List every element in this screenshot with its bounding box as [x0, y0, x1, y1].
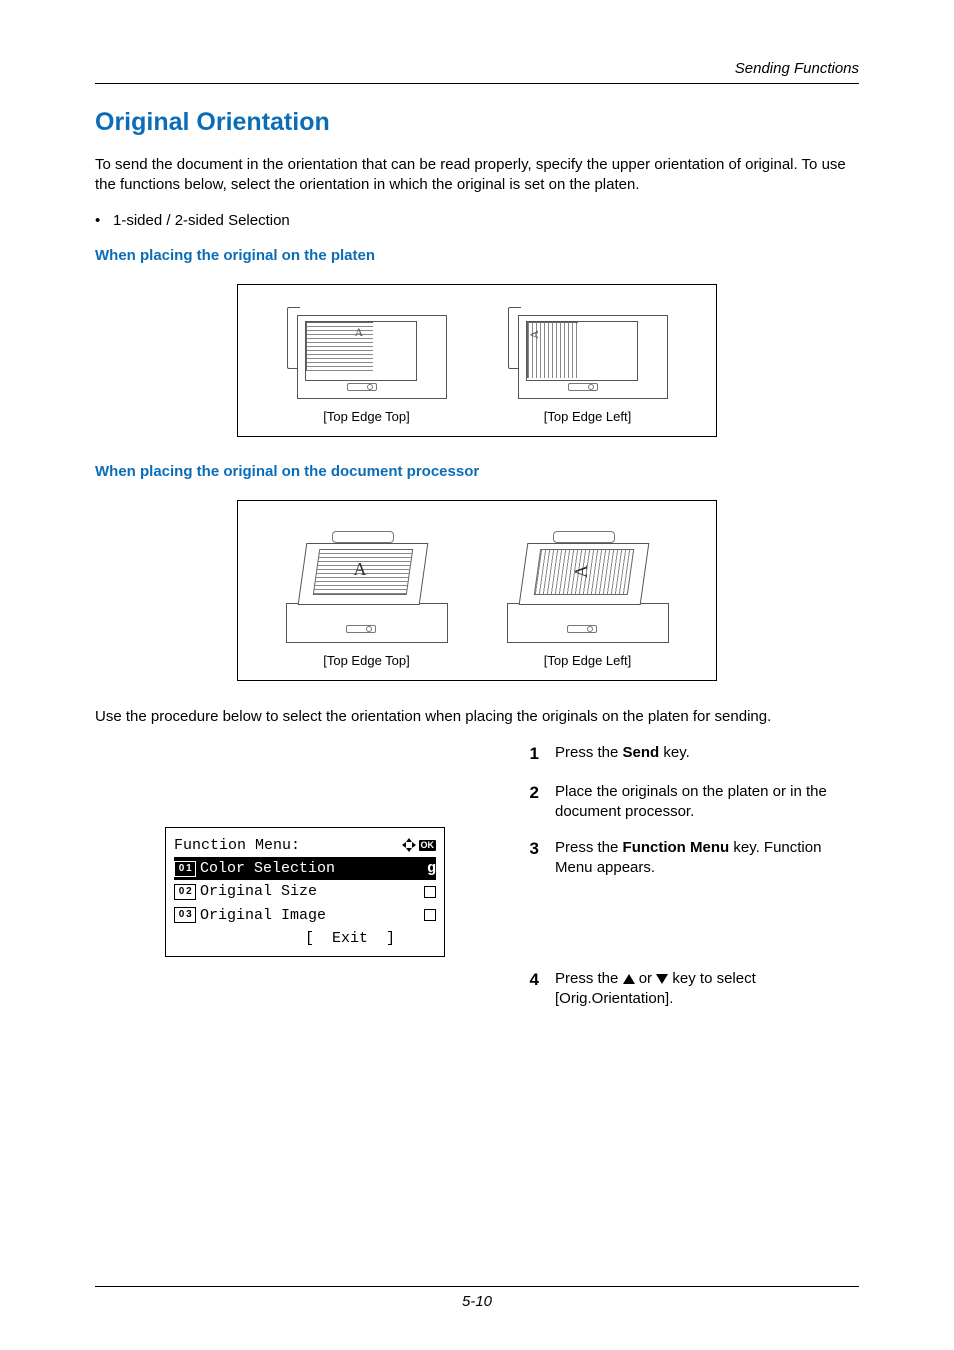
- row-number-icon: 0 3: [174, 907, 196, 923]
- adf-diagram-top: A: [282, 523, 452, 643]
- checkbox-icon: [424, 886, 436, 898]
- top-rule: [95, 83, 859, 84]
- step-number: 3: [525, 838, 539, 879]
- figure-adf: A [Top Edge Top] A [Top Edge Left]: [237, 500, 717, 681]
- platen-diagram-left: A: [508, 307, 668, 399]
- step-text: Press the Function Menu key. Function Me…: [555, 838, 859, 879]
- caption-top-edge-left: [Top Edge Left]: [544, 653, 631, 668]
- step-text: Place the originals on the platen or in …: [555, 782, 859, 823]
- step-number: 2: [525, 782, 539, 823]
- footer-rule: [95, 1286, 859, 1287]
- control-panel-icon: [568, 383, 598, 391]
- bullet-text: 1-sided / 2-sided Selection: [113, 212, 290, 229]
- platen-left-edge-col: A [Top Edge Left]: [508, 307, 668, 424]
- platen-top-edge-col: A [Top Edge Top]: [287, 307, 447, 424]
- bullet-item: •1-sided / 2-sided Selection: [95, 212, 859, 229]
- caption-top-edge-left: [Top Edge Left]: [544, 409, 631, 424]
- step-4: 4 Press the or key to select [Orig.Orien…: [525, 969, 859, 1010]
- step-3: 3 Press the Function Menu key. Function …: [525, 838, 859, 879]
- adf-diagram-left: A: [503, 523, 673, 643]
- lcd-row-selected: 0 1Color Selection g: [174, 857, 436, 880]
- control-panel-icon: [346, 625, 376, 633]
- lcd-row1-text: Color Selection: [200, 857, 335, 880]
- orientation-letter-icon: A: [354, 559, 367, 580]
- bullet-dot-icon: •: [95, 212, 113, 229]
- lcd-exit-text: [ Exit ]: [305, 927, 395, 950]
- subheading-adf: When placing the original on the documen…: [95, 463, 859, 480]
- step-number: 1: [525, 743, 539, 766]
- orientation-letter-icon: A: [355, 325, 364, 340]
- adf-left-edge-col: A [Top Edge Left]: [503, 523, 673, 668]
- row-number-icon: 0 2: [174, 884, 196, 900]
- subheading-platen: When placing the original on the platen: [95, 247, 859, 264]
- caption-top-edge-top: [Top Edge Top]: [323, 409, 410, 424]
- lcd-exit-row: [ Exit ]: [174, 927, 436, 950]
- step-2: 2 Place the originals on the platen or i…: [525, 782, 859, 823]
- running-header: Sending Functions: [95, 60, 859, 77]
- lcd-title: Function Menu:: [174, 834, 300, 857]
- row-number-icon: 0 1: [174, 861, 196, 877]
- step-text: Press the or key to select [Orig.Orienta…: [555, 969, 859, 1010]
- ok-icon: OK: [419, 840, 437, 851]
- lcd-row: 0 2Original Size: [174, 880, 436, 903]
- platen-diagram-top: A: [287, 307, 447, 399]
- procedure-intro: Use the procedure below to select the or…: [95, 707, 859, 727]
- lcd-title-row: Function Menu: OK: [174, 834, 436, 857]
- step-1: 1 Press the Send key.: [525, 743, 859, 766]
- lcd-row3-text: Original Image: [200, 904, 326, 927]
- caption-top-edge-top: [Top Edge Top]: [323, 653, 410, 668]
- up-arrow-icon: [623, 974, 635, 984]
- orientation-letter-icon: A: [526, 330, 541, 339]
- lcd-row: 0 3Original Image: [174, 904, 436, 927]
- page-title: Original Orientation: [95, 108, 859, 137]
- lcd-panel: Function Menu: OK 0 1Color Selection g 0…: [165, 827, 445, 957]
- control-panel-icon: [347, 383, 377, 391]
- nav-arrows-icon: [402, 838, 416, 852]
- checkbox-icon: [424, 909, 436, 921]
- step-number: 4: [525, 969, 539, 1010]
- page-number: 5-10: [95, 1293, 859, 1310]
- page-footer: 5-10: [95, 1286, 859, 1310]
- down-arrow-icon: [656, 974, 668, 984]
- lcd-row2-text: Original Size: [200, 880, 317, 903]
- control-panel-icon: [567, 625, 597, 633]
- intro-paragraph: To send the document in the orientation …: [95, 155, 859, 196]
- figure-platen: A [Top Edge Top] A [Top Edge Left]: [237, 284, 717, 437]
- checkmark-icon: g: [427, 857, 436, 880]
- step-text: Press the Send key.: [555, 743, 690, 766]
- orientation-letter-icon: A: [571, 565, 592, 578]
- adf-top-edge-col: A [Top Edge Top]: [282, 523, 452, 668]
